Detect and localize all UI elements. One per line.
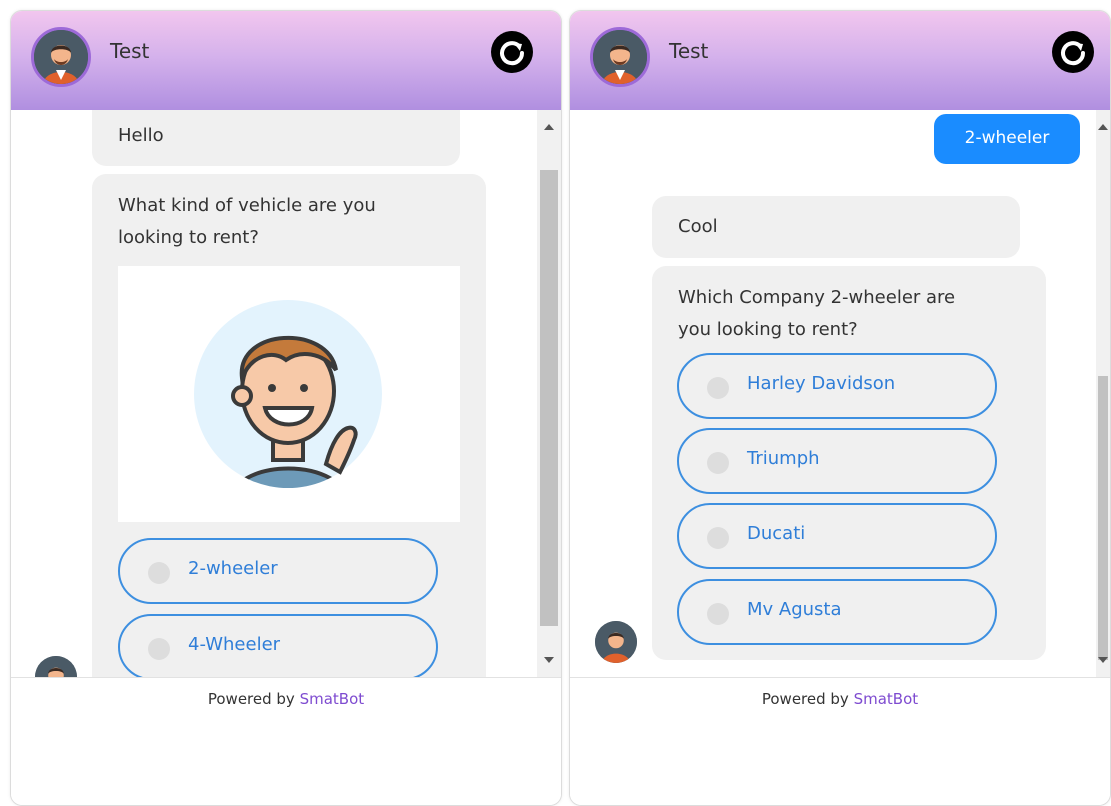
radio-icon — [148, 638, 170, 660]
bot-name: Test — [669, 39, 709, 63]
bot-name: Test — [110, 39, 150, 63]
bot-avatar-small — [35, 656, 77, 677]
refresh-icon[interactable] — [491, 31, 533, 73]
option-button[interactable]: Mv Agusta — [677, 579, 997, 645]
bot-avatar — [31, 27, 91, 87]
powered-by-footer: Powered by SmatBot — [11, 677, 561, 805]
option-label: Mv Agusta — [747, 599, 842, 620]
option-button[interactable]: 4-Wheeler — [118, 614, 438, 677]
radio-icon — [707, 603, 729, 625]
brand-link[interactable]: SmatBot — [854, 690, 919, 708]
radio-icon — [707, 527, 729, 549]
option-button[interactable]: Ducati — [677, 503, 997, 569]
chat-header: Test — [11, 11, 561, 110]
message-text: Hello — [118, 125, 164, 146]
bot-message: Cool — [652, 196, 1020, 258]
bot-avatar — [590, 27, 650, 87]
chat-header: Test — [570, 11, 1110, 110]
option-label: Harley Davidson — [747, 373, 896, 394]
message-image — [118, 266, 460, 522]
scrollbar[interactable] — [1096, 110, 1110, 677]
radio-icon — [707, 452, 729, 474]
option-button[interactable]: 2-wheeler — [118, 538, 438, 604]
scroll-down-arrow[interactable] — [1098, 657, 1108, 663]
user-message-text: 2-wheeler — [964, 128, 1050, 148]
user-message: 2-wheeler — [934, 114, 1080, 164]
scroll-thumb[interactable] — [540, 170, 558, 626]
scrollbar[interactable] — [537, 110, 561, 677]
message-list[interactable]: Hello What kind of vehicle are you looki… — [11, 110, 561, 677]
option-label: 4-Wheeler — [188, 634, 281, 655]
scroll-down-arrow[interactable] — [544, 657, 554, 663]
option-label: 2-wheeler — [188, 558, 278, 579]
message-text: Which Company 2-wheeler are — [678, 287, 956, 308]
scroll-up-arrow[interactable] — [1098, 124, 1108, 130]
waving-user-illustration — [194, 300, 382, 488]
scroll-thumb[interactable] — [1098, 376, 1108, 660]
message-text: What kind of vehicle are you — [118, 195, 376, 216]
option-button[interactable]: Harley Davidson — [677, 353, 997, 419]
option-label: Ducati — [747, 523, 806, 544]
powered-by-text: Powered by — [761, 690, 854, 708]
chat-widget-right: Test 2-wheeler Cool Which Company 2-whee… — [569, 10, 1111, 806]
message-list[interactable]: 2-wheeler Cool Which Company 2-wheeler a… — [570, 110, 1110, 677]
powered-by-footer: Powered by SmatBot — [570, 677, 1110, 805]
brand-link[interactable]: SmatBot — [300, 690, 365, 708]
message-text: you looking to rent? — [678, 319, 858, 340]
chat-widget-left: Test Hello What kind of vehicle are you … — [10, 10, 562, 806]
refresh-icon[interactable] — [1052, 31, 1094, 73]
option-button[interactable]: Triumph — [677, 428, 997, 494]
bot-message: Hello — [92, 110, 460, 166]
bot-avatar-small — [595, 621, 637, 663]
option-label: Triumph — [747, 448, 820, 469]
message-text: Cool — [678, 216, 718, 237]
radio-icon — [707, 377, 729, 399]
scroll-up-arrow[interactable] — [544, 124, 554, 130]
radio-icon — [148, 562, 170, 584]
powered-by-text: Powered by — [207, 690, 300, 708]
message-text: looking to rent? — [118, 227, 259, 248]
